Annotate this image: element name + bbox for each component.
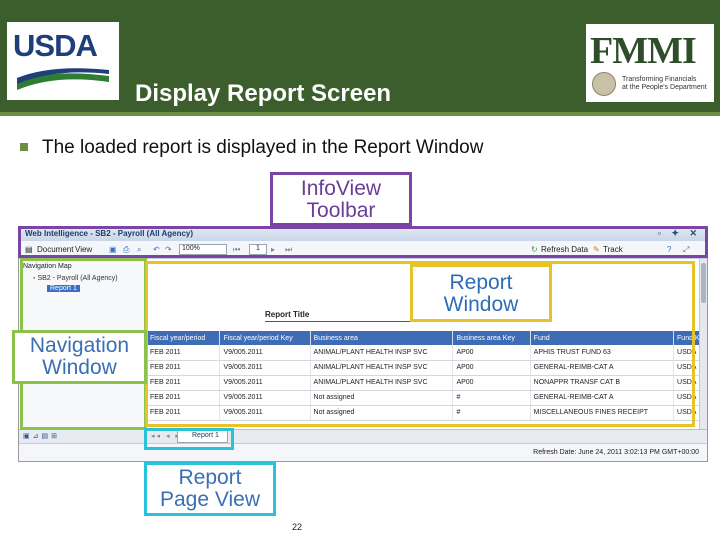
- bullet-square-icon: [20, 143, 28, 151]
- navigation-window-callout: Navigation Window: [12, 330, 147, 384]
- fmmi-logo-text: FMMI: [590, 30, 697, 72]
- scrollbar-thumb[interactable]: [701, 263, 706, 303]
- usda-swoosh-icon: [17, 68, 109, 90]
- report-page-view-callout: Report Page View: [144, 462, 276, 516]
- window-controls[interactable]: ▫ ✦ ✕: [658, 228, 701, 239]
- help-icon[interactable]: ?: [667, 245, 671, 254]
- status-bar: Refresh Date: June 24, 2011 3:02:13 PM G…: [19, 443, 707, 461]
- filter-icon[interactable]: ⊿: [33, 433, 42, 440]
- page-number: 22: [292, 522, 303, 532]
- nav-map-icon[interactable]: ▣: [23, 433, 33, 440]
- fmmi-logo: FMMI Transforming Financials at the Peop…: [586, 24, 714, 102]
- find-icon[interactable]: ⌕: [137, 245, 141, 255]
- zoom-select[interactable]: 100%: [179, 244, 227, 255]
- banner-divider: [0, 112, 720, 116]
- document-menu[interactable]: Document: [37, 245, 73, 254]
- track-button[interactable]: Track: [603, 245, 623, 254]
- track-icon[interactable]: ✎: [593, 245, 600, 254]
- slide-title: Display Report Screen: [135, 80, 392, 107]
- refresh-icon[interactable]: ↻: [531, 245, 538, 254]
- print-icon[interactable]: ⎙: [123, 245, 129, 255]
- navigation-pane-toolbar: ▣⊿▤⊞: [19, 429, 147, 443]
- redo-icon[interactable]: ↷: [165, 245, 172, 254]
- usda-logo-text: USDA: [13, 28, 98, 63]
- window-title: Web Intelligence - SB2 - Payroll (All Ag…: [25, 229, 194, 238]
- save-icon[interactable]: ▣: [109, 245, 117, 254]
- expand-icon[interactable]: ⤢: [683, 245, 689, 255]
- usda-logo: USDA: [7, 22, 119, 100]
- first-page-icon[interactable]: ⏮: [233, 245, 240, 255]
- report-window-callout: Report Window: [410, 264, 552, 322]
- vertical-scrollbar[interactable]: [699, 259, 707, 429]
- infoview-toolbar-callout: InfoView Toolbar: [270, 172, 412, 226]
- bullet-text: The loaded report is displayed in the Re…: [42, 137, 484, 158]
- view-menu[interactable]: View: [75, 245, 92, 254]
- report-page-view-highlight: [144, 428, 234, 450]
- undo-icon[interactable]: ↶: [153, 245, 160, 254]
- next-page-icon[interactable]: ▸: [271, 245, 275, 254]
- page-number-input[interactable]: 1: [249, 244, 267, 255]
- last-page-icon[interactable]: ⏭: [285, 245, 292, 255]
- document-menu-icon[interactable]: ▤: [25, 245, 33, 254]
- fmmi-seal-icon: [592, 72, 616, 96]
- infoview-toolbar: ▤ Document View ▣ ⎙ ⌕ ↶ ↷ 100% ⏮ 1 ▸ ⏭ ↻…: [19, 241, 707, 259]
- refresh-data-button[interactable]: Refresh Data: [541, 245, 588, 254]
- window-titlebar: Web Intelligence - SB2 - Payroll (All Ag…: [19, 227, 707, 241]
- document-icon[interactable]: ▤: [42, 433, 52, 440]
- refresh-date-status: Refresh Date: June 24, 2011 3:02:13 PM G…: [533, 449, 699, 456]
- tree-icon[interactable]: ⊞: [51, 433, 60, 440]
- fmmi-tagline: Transforming Financials at the People's …: [622, 76, 707, 91]
- header-banner: USDA Display Report Screen FMMI Transfor…: [0, 0, 720, 116]
